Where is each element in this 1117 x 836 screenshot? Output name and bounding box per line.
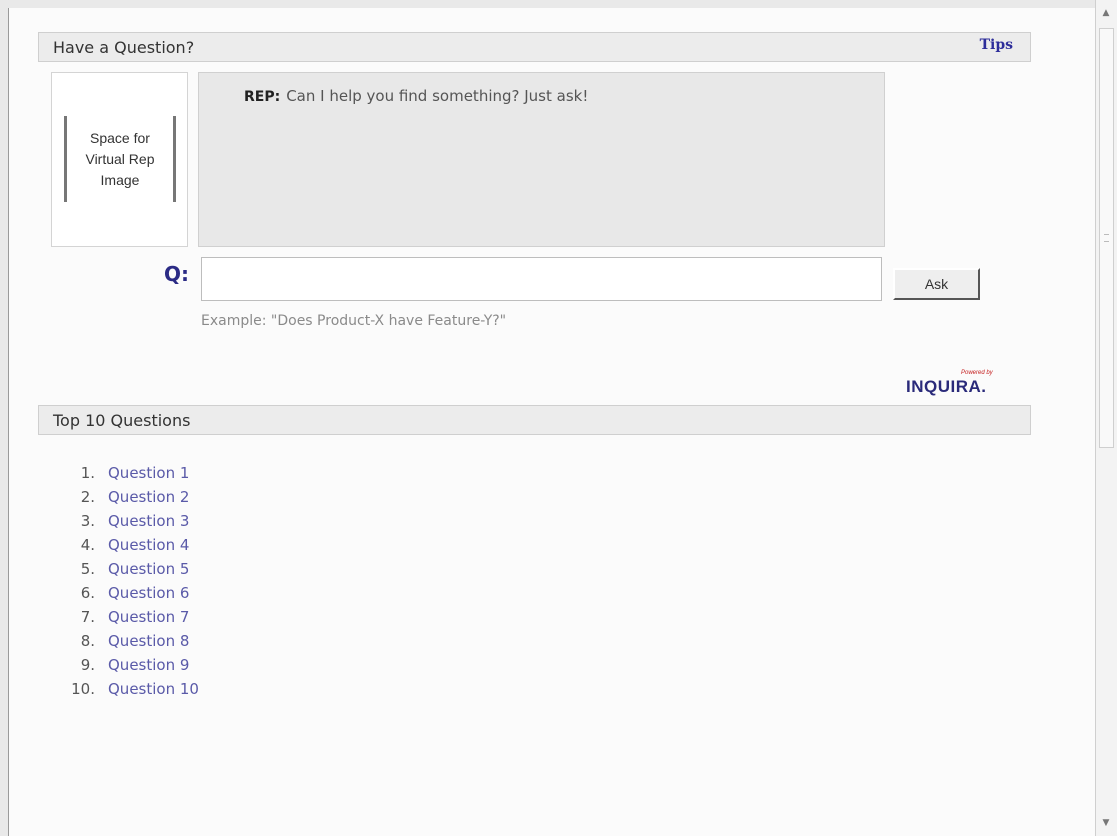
scroll-down-arrow-icon[interactable]: ▼ — [1099, 816, 1113, 830]
list-item-number: 7. — [80, 608, 95, 626]
question-link[interactable]: Question 5 — [108, 560, 189, 578]
rep-image-placeholder: Space for Virtual Rep Image — [64, 116, 176, 202]
ask-button[interactable]: Ask — [893, 268, 980, 300]
list-item: 4. Question 4 — [59, 533, 199, 557]
list-item-number: 5. — [80, 560, 95, 578]
scrollbar-thumb[interactable] — [1099, 28, 1114, 448]
rep-label: REP: — [244, 89, 281, 105]
rep-message: REP: Can I help you find something? Just … — [244, 87, 588, 105]
question-link[interactable]: Question 3 — [108, 512, 189, 530]
question-link[interactable]: Question 8 — [108, 632, 189, 650]
list-item-number: 2. — [80, 488, 95, 506]
list-item: 1. Question 1 — [59, 461, 199, 485]
question-link[interactable]: Question 4 — [108, 536, 189, 554]
scroll-up-arrow-icon[interactable]: ▲ — [1099, 6, 1113, 20]
question-link[interactable]: Question 9 — [108, 656, 189, 674]
question-section-title: Have a Question? — [53, 38, 195, 57]
rep-image-placeholder-text: Space for Virtual Rep Image — [85, 129, 155, 188]
tips-link[interactable]: Tips — [980, 37, 1013, 53]
list-item: 8. Question 8 — [59, 629, 199, 653]
list-item-number: 9. — [80, 656, 95, 674]
list-item-number: 6. — [80, 584, 95, 602]
list-item: 2. Question 2 — [59, 485, 199, 509]
list-item: 10. Question 10 — [59, 677, 199, 701]
inquira-logo: Powered by INQUIRA. — [906, 370, 1031, 400]
list-item: 3. Question 3 — [59, 509, 199, 533]
list-item: 6. Question 6 — [59, 581, 199, 605]
list-item-number: 10. — [71, 680, 95, 698]
example-hint: Example: "Does Product-X have Feature-Y?… — [201, 313, 507, 329]
vertical-scrollbar[interactable]: ▲ ▼ — [1095, 0, 1117, 836]
grip-icon — [1104, 234, 1109, 242]
list-item-number: 1. — [80, 464, 95, 482]
question-link[interactable]: Question 6 — [108, 584, 189, 602]
list-item-number: 8. — [80, 632, 95, 650]
question-section-header: Have a Question? Tips — [38, 32, 1031, 62]
list-item-number: 3. — [80, 512, 95, 530]
question-link[interactable]: Question 1 — [108, 464, 189, 482]
question-link[interactable]: Question 10 — [108, 680, 199, 698]
question-link[interactable]: Question 2 — [108, 488, 189, 506]
chat-transcript: REP: Can I help you find something? Just … — [198, 72, 885, 247]
logo-wordmark: INQUIRA. — [906, 377, 987, 396]
virtual-rep-image: Space for Virtual Rep Image — [51, 72, 188, 247]
logo-tagline: Powered by — [961, 370, 993, 376]
top-questions-list: 1. Question 1 2. Question 2 3. Question 3 4… — [59, 461, 199, 701]
list-item-number: 4. — [80, 536, 95, 554]
question-label: Q: — [164, 262, 189, 286]
question-link[interactable]: Question 7 — [108, 608, 189, 626]
list-item: 7. Question 7 — [59, 605, 199, 629]
list-item: 9. Question 9 — [59, 653, 199, 677]
top-questions-title: Top 10 Questions — [53, 411, 191, 430]
top-questions-header: Top 10 Questions — [38, 405, 1031, 435]
rep-message-text: Can I help you find something? Just ask! — [286, 87, 589, 105]
list-item: 5. Question 5 — [59, 557, 199, 581]
question-input[interactable] — [201, 257, 882, 301]
